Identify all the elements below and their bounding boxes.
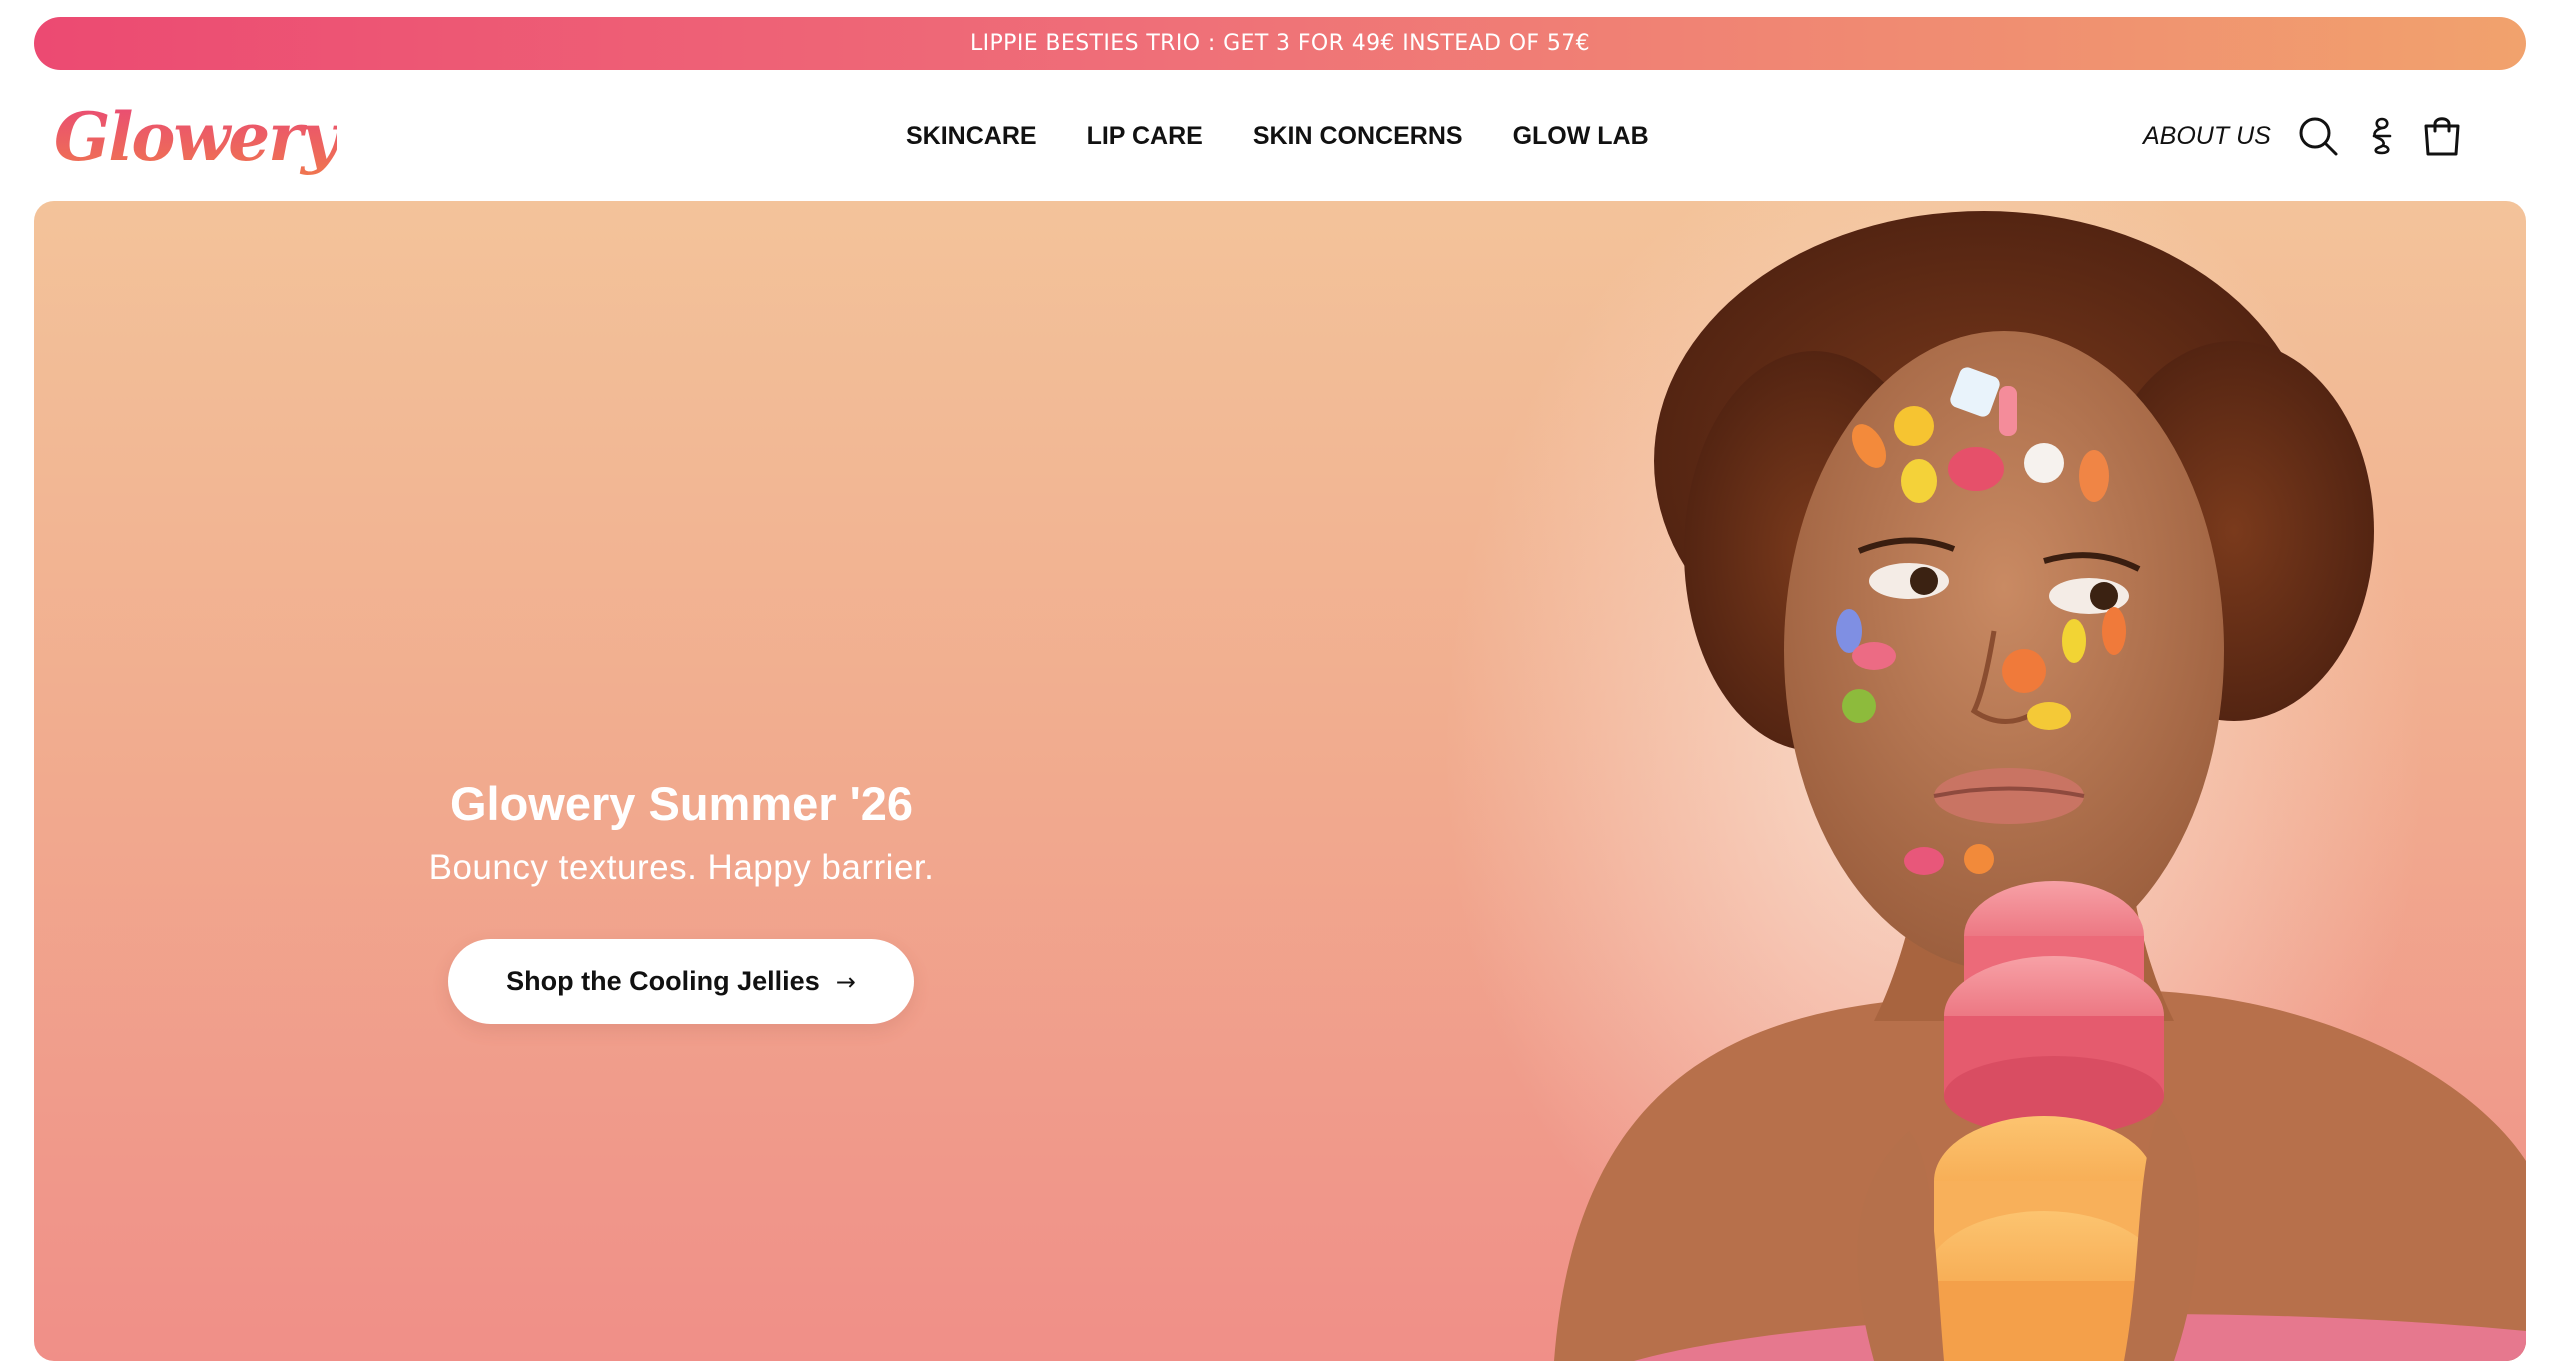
shop-cooling-jellies-button[interactable]: Shop the Cooling Jellies → bbox=[448, 939, 914, 1024]
shopping-bag-icon[interactable] bbox=[2420, 114, 2464, 158]
nav-item-lip-care[interactable]: LIP CARE bbox=[1087, 122, 1203, 151]
arrow-right-icon: → bbox=[835, 967, 856, 996]
about-us-link[interactable]: ABOUT US bbox=[2143, 116, 2271, 156]
hero-title: Glowery Summer '26 bbox=[449, 777, 914, 830]
hero-subtitle: Bouncy textures. Happy barrier. bbox=[428, 848, 935, 887]
nav-item-glow-lab[interactable]: GLOW LAB bbox=[1513, 122, 1649, 151]
promo-banner[interactable]: LIPPIE BESTIES TRIO : GET 3 FOR 49€ INST… bbox=[34, 17, 2526, 70]
promo-text: LIPPIE BESTIES TRIO : GET 3 FOR 49€ INST… bbox=[969, 31, 1591, 56]
cta-label: Shop the Cooling Jellies bbox=[506, 966, 820, 996]
hero-model-image bbox=[1514, 201, 2526, 1361]
brand-logo[interactable]: Glowery bbox=[54, 92, 339, 182]
hero-banner: Glowery Summer '26 Bouncy textures. Happ… bbox=[34, 201, 2526, 1361]
main-nav: SKINCARE LIP CARE SKIN CONCERNS GLOW LAB bbox=[906, 112, 1649, 160]
search-icon[interactable] bbox=[2296, 114, 2340, 158]
nav-item-skincare[interactable]: SKINCARE bbox=[906, 122, 1037, 151]
nav-item-skin-concerns[interactable]: SKIN CONCERNS bbox=[1253, 122, 1463, 151]
account-icon[interactable] bbox=[2360, 114, 2404, 158]
